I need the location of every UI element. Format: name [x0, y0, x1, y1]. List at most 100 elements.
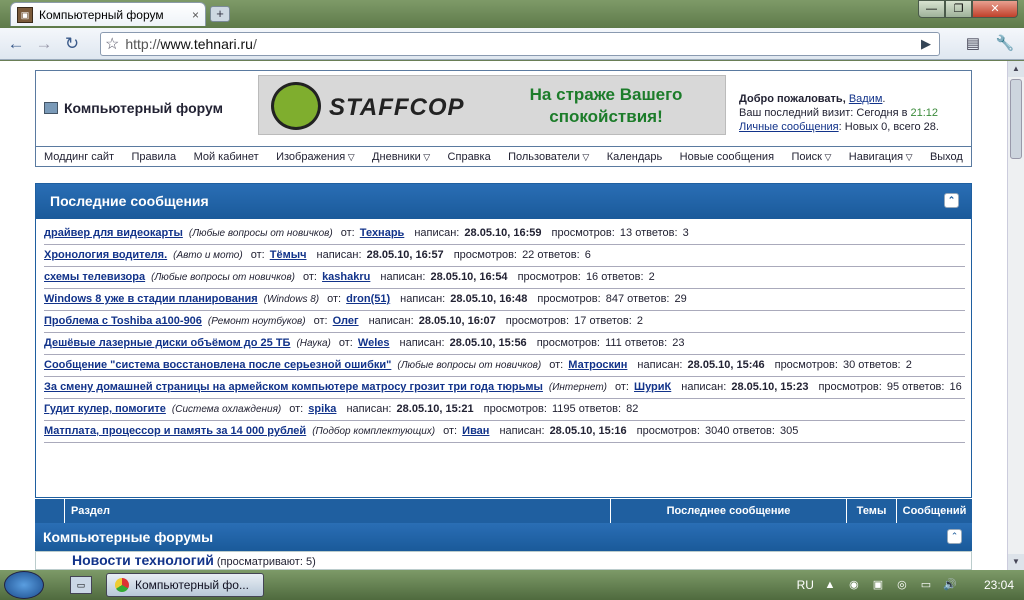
nav-help[interactable]: Справка — [448, 151, 491, 163]
post-title-link[interactable]: За смену домашней страницы на армейском … — [44, 381, 543, 393]
post-author-link[interactable]: Матроскин — [568, 359, 627, 371]
post-title-link[interactable]: Проблема с Toshiba a100-906 — [44, 315, 202, 327]
post-views: 111 — [605, 337, 622, 349]
post-from-label: от: — [289, 403, 304, 415]
post-author-link[interactable]: kashakru — [322, 271, 370, 283]
go-icon[interactable]: ▶ — [921, 36, 931, 52]
latest-post-row: Сообщение "система восстановлена после с… — [44, 355, 965, 377]
new-tab-button[interactable]: + — [210, 6, 230, 22]
tray-network-icon[interactable]: ▣ — [870, 577, 886, 593]
post-replies-label: ответов: — [601, 271, 644, 283]
post-title-link[interactable]: драйвер для видеокарты — [44, 227, 183, 239]
back-icon[interactable]: ← — [4, 32, 28, 56]
post-title-link[interactable]: Хронология водителя. — [44, 249, 167, 261]
post-author-link[interactable]: spika — [308, 403, 336, 415]
post-replies: 2 — [648, 271, 655, 283]
post-forum: (Подбор комплектующих) — [312, 426, 436, 437]
nav-images[interactable]: Изображения — [276, 151, 355, 163]
post-title-link[interactable]: Матплата, процессор и память за 14 000 р… — [44, 425, 306, 437]
bookmark-star-icon[interactable]: ☆ — [105, 34, 119, 54]
page-menu-icon[interactable]: ▤ — [960, 32, 986, 56]
wrench-icon[interactable]: 🔧 — [992, 32, 1018, 56]
scroll-down-icon[interactable]: ▼ — [1008, 554, 1024, 570]
address-bar[interactable]: ☆ http://www.tehnari.ru/ ▶ — [100, 32, 940, 56]
post-author-link[interactable]: Тёмыч — [270, 249, 307, 261]
post-author-link[interactable]: Технарь — [360, 227, 405, 239]
tray-app-icon[interactable]: ◉ — [846, 577, 862, 593]
post-replies-label: ответов: — [624, 337, 668, 349]
post-posted-label: написан: — [346, 403, 392, 415]
latest-post-row: Windows 8 уже в стадии планирования (Wind… — [44, 289, 965, 311]
reload-icon[interactable]: ↻ — [60, 32, 84, 56]
post-forum: (Авто и мото) — [173, 250, 243, 261]
category-title[interactable]: Компьютерные форумы — [43, 529, 213, 545]
start-button[interactable] — [4, 571, 44, 599]
pm-stats: : Новых 0, всего 28. — [838, 121, 939, 133]
show-desktop-icon[interactable]: ▭ — [70, 576, 92, 594]
post-forum: (Любые вопросы от новичков) — [397, 360, 542, 371]
staffcop-banner[interactable]: STAFFCOP На страже Вашего спокойствия! — [258, 75, 726, 135]
nav-rules[interactable]: Правила — [132, 151, 177, 163]
latest-post-row: схемы телевизора (Любые вопросы от новичк… — [44, 267, 965, 289]
site-logo[interactable]: Компьютерный форум — [44, 100, 223, 116]
post-date: 28.05.10, 16:07 — [418, 315, 496, 327]
category-collapse-icon[interactable]: ⌃ — [947, 529, 962, 544]
clock[interactable]: 23:04 — [984, 578, 1014, 592]
post-date: 28.05.10, 16:59 — [464, 227, 542, 239]
volume-icon[interactable]: 🔊 — [942, 577, 958, 593]
post-forum: (Система охлаждения) — [171, 404, 282, 415]
post-date: 28.05.10, 15:16 — [549, 425, 627, 437]
nav-calendar[interactable]: Календарь — [607, 151, 663, 163]
post-views-label: просмотров: — [483, 403, 547, 415]
private-messages-link[interactable]: Личные сообщения — [739, 121, 839, 133]
tray-update-icon[interactable]: ◎ — [894, 577, 910, 593]
post-forum: (Наука) — [296, 338, 331, 349]
post-replies: 16 — [949, 381, 962, 393]
post-title-link[interactable]: Windows 8 уже в стадии планирования — [44, 293, 258, 305]
post-replies-label: ответов: — [902, 381, 945, 393]
favicon-icon: ▣ — [17, 6, 33, 23]
tab-close-icon[interactable]: × — [192, 8, 199, 22]
latest-posts-list: драйвер для видеокарты (Любые вопросы от … — [36, 219, 971, 443]
nav-logout[interactable]: Выход — [930, 151, 963, 163]
tray-display-icon[interactable]: ▭ — [918, 577, 934, 593]
nav-users[interactable]: Пользователи — [508, 151, 589, 163]
nav-diaries[interactable]: Дневники — [372, 151, 430, 163]
forum-name[interactable]: Новости технологий (просматривают: 5) — [72, 552, 316, 568]
post-title-link[interactable]: схемы телевизора — [44, 271, 145, 283]
post-title-link[interactable]: Сообщение "система восстановлена после с… — [44, 359, 391, 371]
nav-modding-site[interactable]: Моддинг сайт — [44, 151, 114, 163]
language-indicator[interactable]: RU — [797, 578, 814, 592]
page-scrollbar[interactable]: ▲ ▼ — [1007, 61, 1024, 570]
taskbar-chrome-button[interactable]: Компьютерный фо... — [106, 573, 264, 597]
nav-new-posts[interactable]: Новые сообщения — [680, 151, 774, 163]
tray-expand-icon[interactable]: ▲ — [822, 577, 838, 593]
url-text[interactable]: http://www.tehnari.ru/ — [125, 36, 921, 52]
minimize-button[interactable]: — — [918, 0, 945, 18]
post-author-link[interactable]: Weles — [358, 337, 390, 349]
browser-tab[interactable]: ▣ Компьютерный форум × — [10, 2, 206, 26]
post-date: 28.05.10, 15:23 — [731, 381, 809, 393]
scroll-thumb[interactable] — [1010, 79, 1022, 159]
post-author-link[interactable]: Иван — [462, 425, 489, 437]
post-author-link[interactable]: dron(51) — [346, 293, 390, 305]
username-link[interactable]: Вадим — [849, 93, 883, 105]
taskbar-window-label: Компьютерный фо... — [135, 578, 249, 592]
scroll-up-icon[interactable]: ▲ — [1008, 61, 1024, 77]
collapse-icon[interactable]: ⌃ — [944, 193, 959, 208]
post-title-link[interactable]: Гудит кулер, помогите — [44, 403, 166, 415]
nav-my-cabinet[interactable]: Мой кабинет — [194, 151, 259, 163]
forward-icon[interactable]: → — [32, 32, 56, 56]
welcome-text: Добро пожаловать, — [739, 93, 849, 105]
nav-search[interactable]: Поиск — [791, 151, 831, 163]
post-views: 95 — [886, 381, 900, 393]
post-title-link[interactable]: Дешёвые лазерные диски объёмом до 25 ТБ — [44, 337, 290, 349]
post-from-label: от: — [340, 227, 355, 239]
nav-navigation[interactable]: Навигация — [849, 151, 913, 163]
post-author-link[interactable]: ШуриК — [634, 381, 671, 393]
post-author-link[interactable]: Олег — [333, 315, 359, 327]
close-window-button[interactable]: ✕ — [972, 0, 1018, 18]
post-from-label: от: — [313, 315, 328, 327]
maximize-button[interactable]: ❐ — [945, 0, 972, 18]
post-from-label: от: — [443, 425, 458, 437]
